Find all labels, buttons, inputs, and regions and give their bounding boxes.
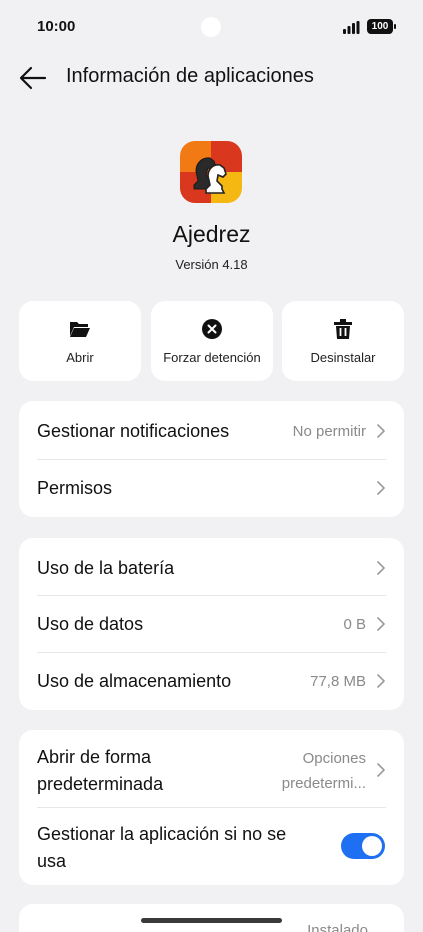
back-arrow-icon[interactable] bbox=[18, 64, 48, 92]
battery-icon: 100 bbox=[367, 19, 396, 34]
manage-unused-label-line1: Gestionar la aplicación si no se bbox=[37, 824, 287, 844]
manage-unused-app-row[interactable]: Gestionar la aplicación si no se usa bbox=[19, 807, 404, 885]
chevron-right-icon bbox=[377, 763, 385, 777]
chevron-right-icon bbox=[377, 561, 385, 575]
manage-unused-toggle[interactable] bbox=[341, 833, 385, 859]
trash-icon bbox=[334, 319, 352, 339]
battery-usage-label: Uso de la batería bbox=[37, 558, 175, 578]
battery-usage-row[interactable]: Uso de la batería bbox=[19, 538, 404, 595]
page-title: Información de aplicaciones bbox=[66, 65, 314, 87]
uninstall-label: Desinstalar bbox=[310, 350, 376, 365]
open-by-default-value-line1: Opciones bbox=[302, 750, 366, 767]
manage-notifications-row[interactable]: Gestionar notificaciones No permitir bbox=[19, 401, 404, 459]
permissions-label: Permisos bbox=[37, 478, 113, 498]
front-camera bbox=[201, 17, 221, 37]
data-usage-value: 0 B bbox=[343, 616, 366, 633]
app-name: Ajedrez bbox=[172, 221, 251, 247]
open-button[interactable]: Abrir bbox=[19, 301, 141, 381]
force-stop-button[interactable]: Forzar detención bbox=[151, 301, 273, 381]
permissions-row[interactable]: Permisos bbox=[19, 459, 404, 517]
open-by-default-row[interactable]: Abrir de forma predeterminada Opciones p… bbox=[19, 730, 404, 807]
chevron-right-icon bbox=[377, 481, 385, 495]
open-by-default-value-line2: predetermi... bbox=[281, 775, 366, 792]
status-time: 10:00 bbox=[37, 18, 76, 35]
uninstall-button[interactable]: Desinstalar bbox=[282, 301, 404, 381]
chess-knight-icon bbox=[180, 141, 242, 203]
usage-card: Uso de la batería Uso de datos 0 B Uso d… bbox=[19, 538, 404, 710]
chevron-right-icon bbox=[377, 617, 385, 631]
installed-value: Instalado bbox=[307, 922, 368, 932]
app-version: Versión 4.18 bbox=[175, 257, 248, 272]
storage-usage-value: 77,8 MB bbox=[310, 673, 366, 690]
open-label: Abrir bbox=[66, 350, 94, 365]
folder-open-icon bbox=[70, 322, 90, 337]
manage-notifications-label: Gestionar notificaciones bbox=[37, 421, 230, 441]
home-indicator[interactable] bbox=[141, 918, 282, 923]
chevron-right-icon bbox=[377, 674, 385, 688]
data-usage-label: Uso de datos bbox=[37, 614, 144, 634]
notifications-permissions-card: Gestionar notificaciones No permitir Per… bbox=[19, 401, 404, 517]
storage-usage-label: Uso de almacenamiento bbox=[37, 671, 232, 691]
app-bar: Información de aplicaciones bbox=[0, 56, 423, 104]
storage-usage-row[interactable]: Uso de almacenamiento 77,8 MB bbox=[19, 652, 404, 710]
manage-unused-label-line2: usa bbox=[37, 851, 67, 871]
defaults-card: Abrir de forma predeterminada Opciones p… bbox=[19, 730, 404, 885]
status-bar: 10:00 100 bbox=[0, 0, 423, 56]
manage-notifications-value: No permitir bbox=[292, 423, 366, 440]
force-stop-label: Forzar detención bbox=[163, 350, 261, 365]
chevron-right-icon bbox=[377, 424, 385, 438]
data-usage-row[interactable]: Uso de datos 0 B bbox=[19, 595, 404, 652]
open-by-default-label-line1: Abrir de forma bbox=[37, 747, 152, 767]
open-by-default-label-line2: predeterminada bbox=[37, 774, 164, 794]
close-circle-icon bbox=[202, 319, 222, 339]
signal-icon bbox=[343, 21, 360, 34]
app-icon bbox=[180, 141, 242, 203]
toggle-knob bbox=[362, 836, 382, 856]
